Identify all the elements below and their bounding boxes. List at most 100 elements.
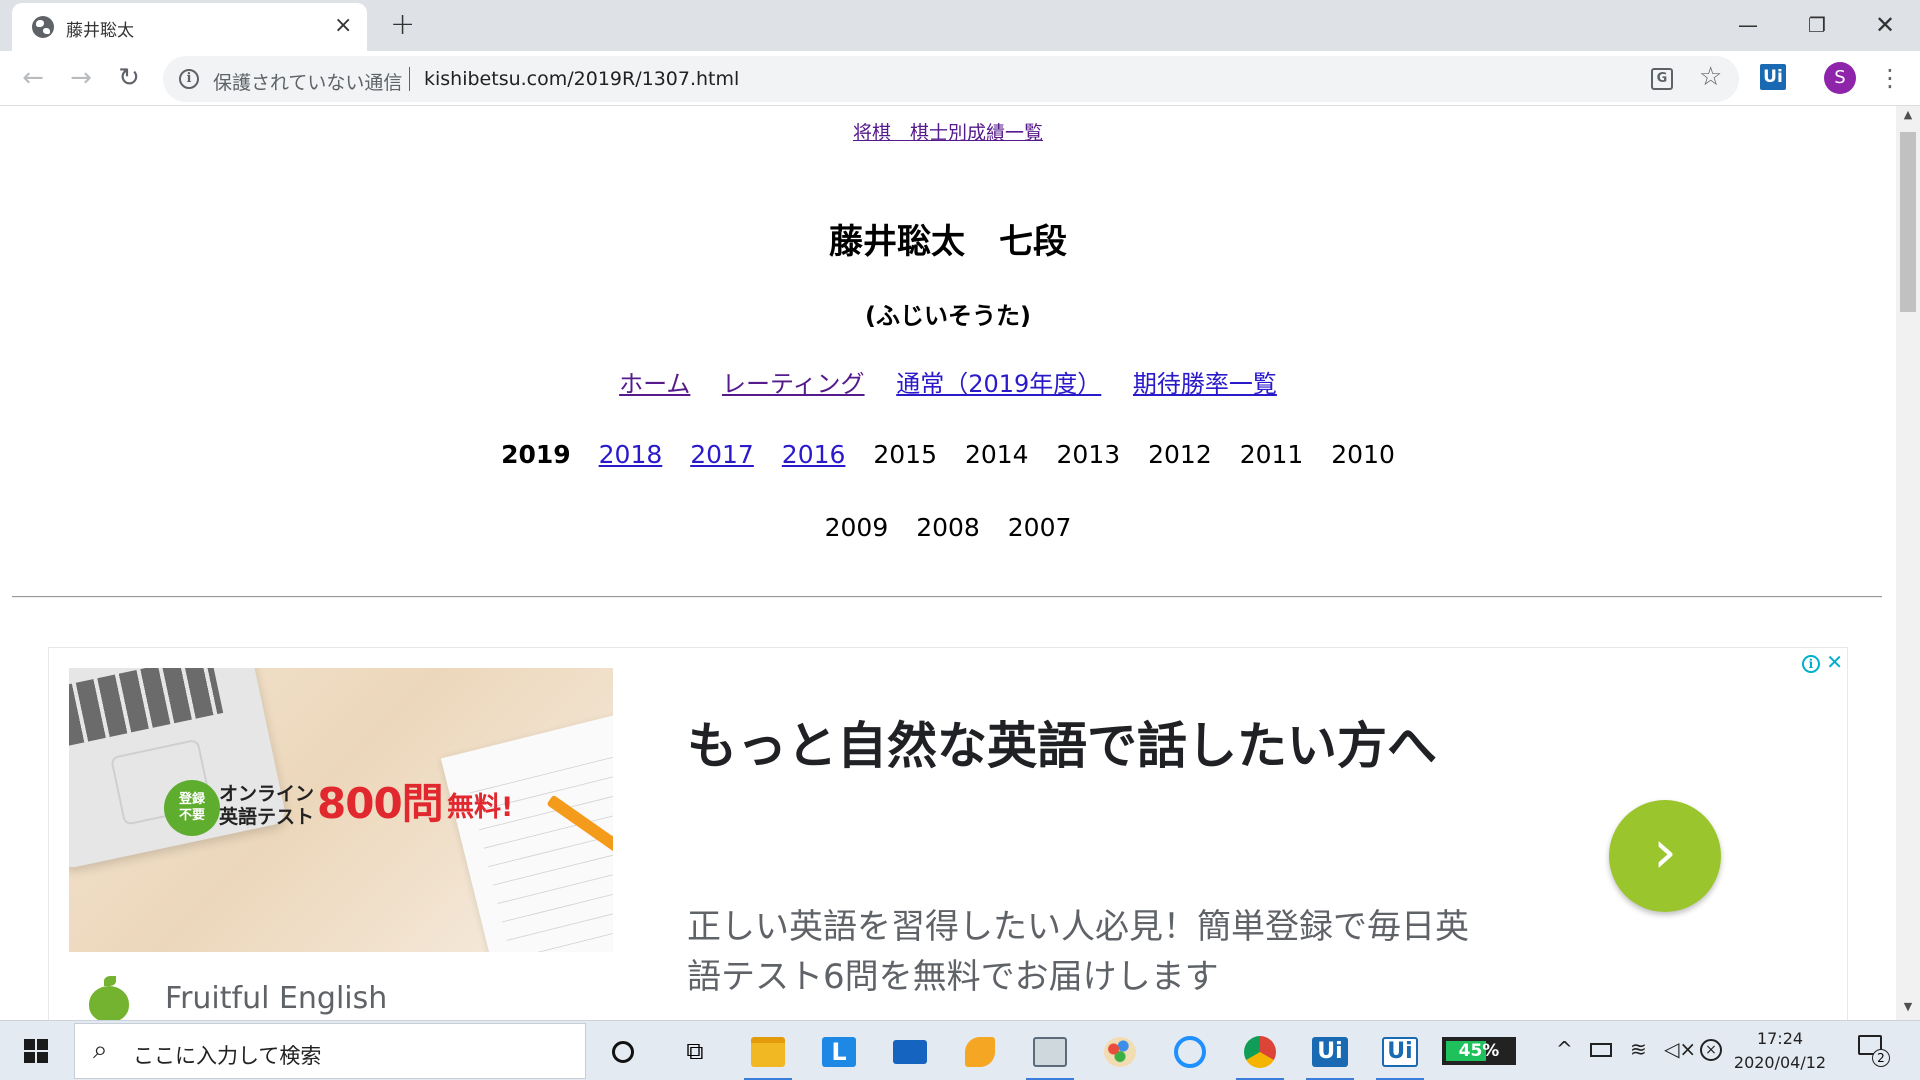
ad-headline[interactable]: もっと自然な英語で話したい方へ — [687, 708, 1487, 784]
restore-icon[interactable]: ❐ — [1782, 6, 1852, 44]
search-placeholder: ここに入力して検索 — [133, 1044, 322, 1068]
task-view-icon[interactable]: ⧉ — [667, 1027, 723, 1075]
search-icon: ⌕ — [93, 1035, 108, 1065]
year-link[interactable]: 2017 — [690, 440, 754, 469]
mail-icon[interactable] — [882, 1027, 938, 1075]
year-text: 2015 — [873, 440, 937, 469]
player-name: 藤井聡太 七段 — [829, 222, 1067, 262]
address-bar[interactable]: i 保護されていない通信 kishibetsu.com/2019R/1307.h… — [163, 56, 1739, 102]
scroll-up-icon[interactable]: ▲ — [1896, 108, 1920, 126]
year-link[interactable]: 2016 — [782, 440, 846, 469]
ad-image-big: 800問 — [317, 779, 444, 828]
url-text[interactable]: kishibetsu.com/2019R/1307.html — [424, 68, 739, 90]
uipath-robot-label: Ui — [1382, 1037, 1418, 1067]
system-clock[interactable]: 17:24 2020/04/12 — [1720, 1027, 1840, 1075]
internet-explorer-icon[interactable] — [1162, 1027, 1218, 1075]
back-arrow-icon[interactable]: ← — [16, 61, 50, 95]
ad-image-line2: 英語テスト — [219, 806, 315, 828]
wifi-icon[interactable]: ≋ — [1630, 1037, 1647, 1061]
clock-time: 17:24 — [1756, 1029, 1804, 1048]
year-link[interactable]: 2018 — [599, 440, 663, 469]
apple-logo-icon — [89, 976, 129, 1020]
uipath-studio-label: Ui — [1312, 1037, 1348, 1067]
nav-link-normal[interactable]: 通常（2019年度） — [896, 370, 1101, 398]
nav-link-home[interactable]: ホーム — [619, 370, 690, 398]
ad-image-free: 無料! — [447, 792, 514, 823]
windows-start-icon[interactable] — [0, 1021, 72, 1080]
site-link-row: 将棋 棋士別成績一覧 — [0, 118, 1896, 145]
ad-description[interactable]: 正しい英語を習得したい人必見！簡単登録で毎日英語テスト6問を無料でお届けします — [687, 902, 1487, 1002]
profile-avatar[interactable]: S — [1824, 62, 1856, 94]
advertisement[interactable]: i ✕ 登録 不要 オンライン 英語テスト 800問 無料! もっと自然な英語で… — [48, 647, 1848, 1020]
network-blocked-icon[interactable]: × — [1700, 1039, 1722, 1061]
separator — [409, 67, 410, 91]
browser-toolbar: ← → ↻ i 保護されていない通信 kishibetsu.com/2019R/… — [0, 51, 1920, 106]
nav-link-expected-win-rate[interactable]: 期待勝率一覧 — [1133, 370, 1277, 398]
laptop-illustration — [69, 668, 288, 870]
uipath-studio-icon[interactable]: Ui — [1302, 1027, 1358, 1080]
cortana-icon[interactable] — [595, 1027, 651, 1075]
year-row-2: 2009 2008 2007 — [0, 513, 1896, 542]
battery-icon[interactable] — [1590, 1043, 1612, 1057]
ad-brand[interactable]: Fruitful English — [165, 981, 387, 1016]
uipath-robot-icon[interactable]: Ui — [1372, 1027, 1428, 1080]
ad-badge: 登録 不要 — [164, 780, 220, 836]
year-text: 2009 — [824, 513, 889, 542]
scroll-thumb[interactable] — [1900, 132, 1916, 312]
battery-monitor-app[interactable]: 45% — [1442, 1037, 1516, 1065]
file-explorer-icon[interactable] — [740, 1027, 796, 1080]
nav-link-rating[interactable]: レーティング — [722, 370, 865, 398]
window-close-icon[interactable]: ✕ — [1850, 6, 1920, 44]
chrome-icon[interactable] — [1232, 1027, 1288, 1080]
year-text: 2008 — [916, 513, 980, 542]
notepad-pen-icon[interactable] — [1022, 1027, 1078, 1080]
vertical-scrollbar[interactable]: ▲ ▼ — [1896, 106, 1920, 1020]
forward-arrow-icon[interactable]: → — [64, 61, 98, 95]
reload-icon[interactable]: ↻ — [112, 61, 146, 95]
ad-badge-text: 登録 不要 — [178, 792, 205, 823]
kebab-menu-icon[interactable]: ⋮ — [1878, 61, 1902, 95]
year-text: 2012 — [1148, 440, 1212, 469]
paint-icon[interactable] — [1092, 1027, 1148, 1075]
minimize-icon[interactable]: — — [1713, 6, 1783, 44]
translate-icon[interactable]: G — [1651, 68, 1673, 90]
ad-choices[interactable]: i ✕ — [1801, 650, 1843, 674]
globe-icon — [32, 16, 54, 38]
year-text: 2007 — [1007, 513, 1072, 542]
fox-app-icon[interactable] — [952, 1027, 1008, 1075]
taskbar: ⌕ ここに入力して検索 ⧉ L Ui Ui 45% ^ ≋ ◁× × 17:24 — [0, 1020, 1920, 1080]
site-home-link[interactable]: 将棋 棋士別成績一覧 — [853, 122, 1043, 144]
ad-arrow-button[interactable]: › — [1609, 800, 1721, 912]
ad-close-icon[interactable]: ✕ — [1826, 650, 1843, 674]
notification-count: 2 — [1872, 1049, 1890, 1067]
year-row-1: 2019 2018 2017 2016 2015 2014 2013 2012 … — [0, 440, 1896, 469]
new-tab-icon[interactable]: + — [390, 8, 415, 42]
info-icon[interactable]: i — [179, 69, 199, 89]
clock-date: 2020/04/12 — [1733, 1053, 1827, 1072]
ad-image-line1: オンライン — [219, 783, 315, 805]
year-current: 2019 — [501, 440, 571, 469]
scroll-down-icon[interactable]: ▼ — [1896, 1000, 1920, 1018]
speaker-muted-icon[interactable]: ◁× — [1664, 1037, 1696, 1061]
year-text: 2010 — [1331, 440, 1395, 469]
tray-chevron-icon[interactable]: ^ — [1556, 1037, 1573, 1061]
year-text: 2014 — [964, 440, 1029, 469]
security-status[interactable]: 保護されていない通信 — [213, 68, 402, 95]
close-tab-icon[interactable]: × — [334, 13, 352, 39]
uipath-extension-icon[interactable]: Ui — [1760, 64, 1786, 90]
browser-tab[interactable]: 藤井聡太 × — [12, 3, 367, 51]
year-text: 2013 — [1056, 440, 1121, 469]
bookmark-star-icon[interactable]: ☆ — [1699, 62, 1722, 92]
horizontal-rule — [12, 596, 1882, 598]
ad-info-icon[interactable]: i — [1801, 654, 1820, 673]
year-text: 2011 — [1239, 440, 1304, 469]
page-content: 将棋 棋士別成績一覧 藤井聡太 七段 (ふじいそうた) ホーム レーティング 通… — [0, 106, 1896, 1020]
tab-title: 藤井聡太 — [66, 21, 134, 41]
l-app-icon[interactable]: L — [811, 1027, 867, 1075]
ad-image[interactable]: 登録 不要 オンライン 英語テスト 800問 無料! — [69, 668, 613, 952]
battery-percent: 45% — [1458, 1041, 1500, 1061]
player-kana: (ふじいそうた) — [865, 302, 1031, 330]
notification-center-icon[interactable]: 2 — [1856, 1033, 1892, 1069]
taskbar-search-input[interactable]: ⌕ ここに入力して検索 — [74, 1023, 586, 1079]
page-nav: ホーム レーティング 通常（2019年度） 期待勝率一覧 — [0, 364, 1896, 399]
